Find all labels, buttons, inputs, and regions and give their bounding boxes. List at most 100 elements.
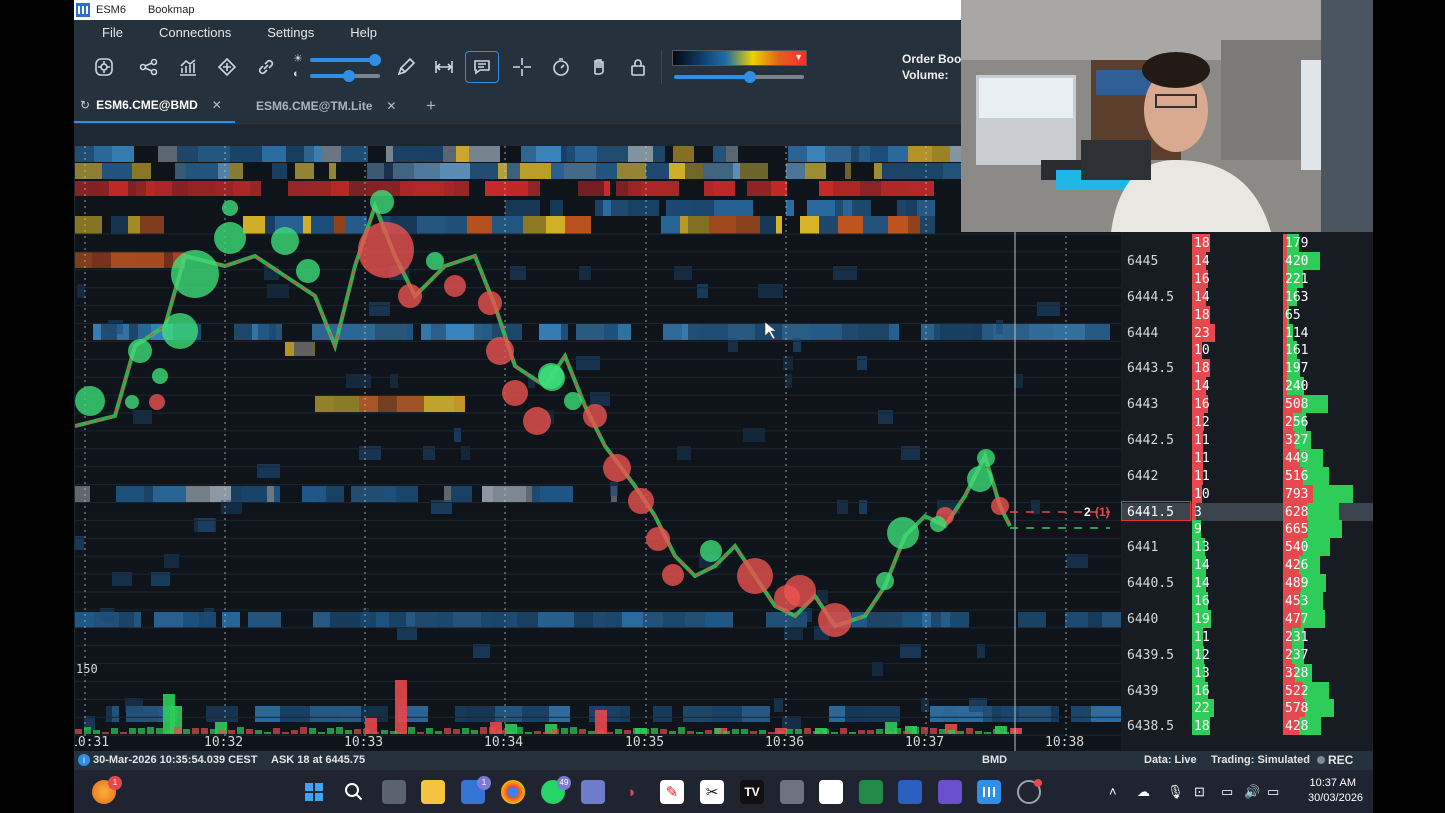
order-book-row[interactable]: 6440.5 14 489 bbox=[1121, 574, 1373, 593]
network-icon[interactable]: ▭ bbox=[1221, 784, 1233, 800]
order-book-row[interactable]: 18 179 bbox=[1121, 234, 1373, 252]
order-book-row[interactable]: 12 256 bbox=[1121, 413, 1373, 431]
liquidity-cell bbox=[575, 146, 597, 162]
battery-icon[interactable]: ▭ bbox=[1267, 784, 1279, 800]
contrast-slider[interactable] bbox=[310, 70, 380, 82]
volume-bar bbox=[948, 730, 955, 734]
heatmap-canvas[interactable]: 2 (1) 150 10:31 10:32 10:33 10:34 10:35 … bbox=[75, 146, 1121, 752]
liquidity-cell bbox=[743, 428, 765, 442]
order-book-row[interactable]: 16 221 bbox=[1121, 269, 1373, 288]
diamond-icon[interactable] bbox=[214, 54, 240, 80]
order-book-ladder[interactable]: 18 179 6445 14 420 16 221 6444.5 14 163 18 65 6444 23… bbox=[1121, 232, 1373, 752]
heatmap-chart[interactable]: 2 (1) 150 10:31 10:32 10:33 10:34 10:35 … bbox=[75, 146, 1121, 752]
liquidity-cell bbox=[677, 446, 691, 460]
cloud-icon[interactable]: ☁ bbox=[1137, 784, 1150, 800]
file-explorer-icon[interactable] bbox=[421, 780, 445, 804]
device-icon[interactable]: ⊡ bbox=[1194, 784, 1205, 800]
snipping-tool-icon[interactable] bbox=[581, 780, 605, 804]
bookmap-taskbar-icon[interactable] bbox=[977, 780, 1001, 804]
excel-icon[interactable] bbox=[859, 780, 883, 804]
liquidity-cell bbox=[931, 612, 941, 628]
order-book-row[interactable]: 9 665 bbox=[1121, 520, 1373, 539]
order-book-row[interactable]: 6442 11 516 bbox=[1121, 466, 1373, 485]
app-icon[interactable]: ◗ bbox=[620, 780, 644, 804]
close-icon[interactable]: ✕ bbox=[386, 99, 396, 113]
microphone-icon[interactable]: 🎙 bbox=[1167, 784, 1184, 800]
add-tab-button[interactable]: + bbox=[426, 89, 436, 123]
share-nodes-icon[interactable] bbox=[136, 54, 162, 80]
taskbar-clock[interactable]: 10:37 AM 30/03/2026 bbox=[1308, 776, 1363, 806]
rec-button[interactable]: REC bbox=[1328, 753, 1353, 767]
order-book-row[interactable]: 6439 16 522 bbox=[1121, 681, 1373, 700]
order-book-row[interactable]: 6444.5 14 163 bbox=[1121, 287, 1373, 306]
liquidity-cell bbox=[685, 612, 705, 628]
target-icon[interactable] bbox=[91, 54, 117, 80]
gradient-slider-knob[interactable] bbox=[744, 71, 756, 83]
pdf-icon[interactable]: ✎ bbox=[660, 780, 684, 804]
heatmap-color-select[interactable]: ▼ bbox=[672, 50, 807, 66]
task-view-icon[interactable] bbox=[382, 780, 406, 804]
tradingview-icon[interactable]: TV bbox=[740, 780, 764, 804]
liquidity-cell bbox=[362, 324, 375, 340]
order-book-row[interactable]: 10 793 bbox=[1121, 484, 1373, 503]
order-book-row[interactable]: 6443 16 508 bbox=[1121, 395, 1373, 414]
tab-esm6-bmd[interactable]: ↻ ESM6.CME@BMD ✕ bbox=[74, 89, 235, 123]
contrast-slider-knob[interactable] bbox=[343, 70, 355, 82]
liquidity-cell bbox=[132, 163, 151, 179]
menu-settings[interactable]: Settings bbox=[267, 25, 314, 40]
order-book-row[interactable]: 11 231 bbox=[1121, 627, 1373, 646]
link-icon[interactable] bbox=[253, 54, 279, 80]
capcut-icon[interactable]: ✂ bbox=[700, 780, 724, 804]
order-book-row[interactable]: 6445 14 420 bbox=[1121, 251, 1373, 270]
order-book-row[interactable]: 18 65 bbox=[1121, 305, 1373, 324]
app-icon[interactable] bbox=[938, 780, 962, 804]
chart-icon[interactable] bbox=[175, 54, 201, 80]
word-icon[interactable] bbox=[898, 780, 922, 804]
whatsapp-icon[interactable]: 49 bbox=[541, 776, 571, 804]
windows-start-icon[interactable] bbox=[302, 780, 326, 804]
order-book-row[interactable]: 6441 13 540 bbox=[1121, 538, 1373, 557]
lock-icon[interactable] bbox=[625, 54, 651, 80]
order-book-row[interactable]: 6439.5 12 237 bbox=[1121, 645, 1373, 664]
liquidity-cell bbox=[909, 181, 934, 196]
liquidity-cell bbox=[177, 146, 198, 162]
order-book-row[interactable]: 6442.5 11 327 bbox=[1121, 430, 1373, 449]
order-book-row[interactable]: 13 328 bbox=[1121, 663, 1373, 682]
gradient-slider[interactable] bbox=[674, 71, 804, 83]
liquidity-cell bbox=[250, 181, 261, 196]
order-book-row[interactable]: 16 453 bbox=[1121, 592, 1373, 610]
calculator-icon[interactable] bbox=[780, 780, 804, 804]
order-book-row[interactable]: 6443.5 18 197 bbox=[1121, 359, 1373, 378]
order-book-row[interactable]: 14 240 bbox=[1121, 377, 1373, 396]
app-icon[interactable]: 1 bbox=[92, 776, 122, 804]
tab-esm6-tm-lite[interactable]: ESM6.CME@TM.Lite ✕ bbox=[256, 89, 396, 123]
volume-icon[interactable]: 🔊 bbox=[1244, 784, 1260, 800]
info-icon[interactable]: i bbox=[78, 754, 90, 766]
pencil-icon[interactable] bbox=[393, 54, 419, 80]
order-book-row[interactable]: 10 161 bbox=[1121, 341, 1373, 360]
order-book-row[interactable]: 11 449 bbox=[1121, 448, 1373, 467]
order-book-row[interactable]: 22 578 bbox=[1121, 699, 1373, 718]
range-icon[interactable] bbox=[431, 54, 457, 80]
order-book-row[interactable]: 14 426 bbox=[1121, 556, 1373, 575]
crosshair-icon[interactable] bbox=[509, 54, 535, 80]
timer-icon[interactable] bbox=[548, 54, 574, 80]
menu-help[interactable]: Help bbox=[350, 25, 377, 40]
menu-connections[interactable]: Connections bbox=[159, 25, 231, 40]
menu-file[interactable]: File bbox=[102, 25, 123, 40]
brightness-slider[interactable] bbox=[310, 54, 381, 66]
app-icon[interactable] bbox=[819, 780, 843, 804]
order-book-row[interactable]: 6438.5 18 428 bbox=[1121, 717, 1373, 736]
chevron-up-icon[interactable]: ˄ bbox=[1109, 784, 1117, 799]
comment-icon[interactable] bbox=[465, 51, 499, 83]
order-book-row[interactable]: 6444 23 114 bbox=[1121, 323, 1373, 342]
app-icon[interactable] bbox=[1017, 779, 1042, 804]
liquidity-cell bbox=[424, 396, 454, 412]
store-icon[interactable]: 1 bbox=[461, 776, 491, 804]
hand-icon[interactable] bbox=[587, 54, 613, 80]
brightness-slider-knob[interactable] bbox=[369, 54, 381, 66]
chrome-icon[interactable] bbox=[501, 780, 525, 804]
close-icon[interactable]: ✕ bbox=[212, 98, 222, 112]
order-book-row[interactable]: 6440 19 477 bbox=[1121, 609, 1373, 628]
search-icon[interactable] bbox=[342, 780, 366, 804]
